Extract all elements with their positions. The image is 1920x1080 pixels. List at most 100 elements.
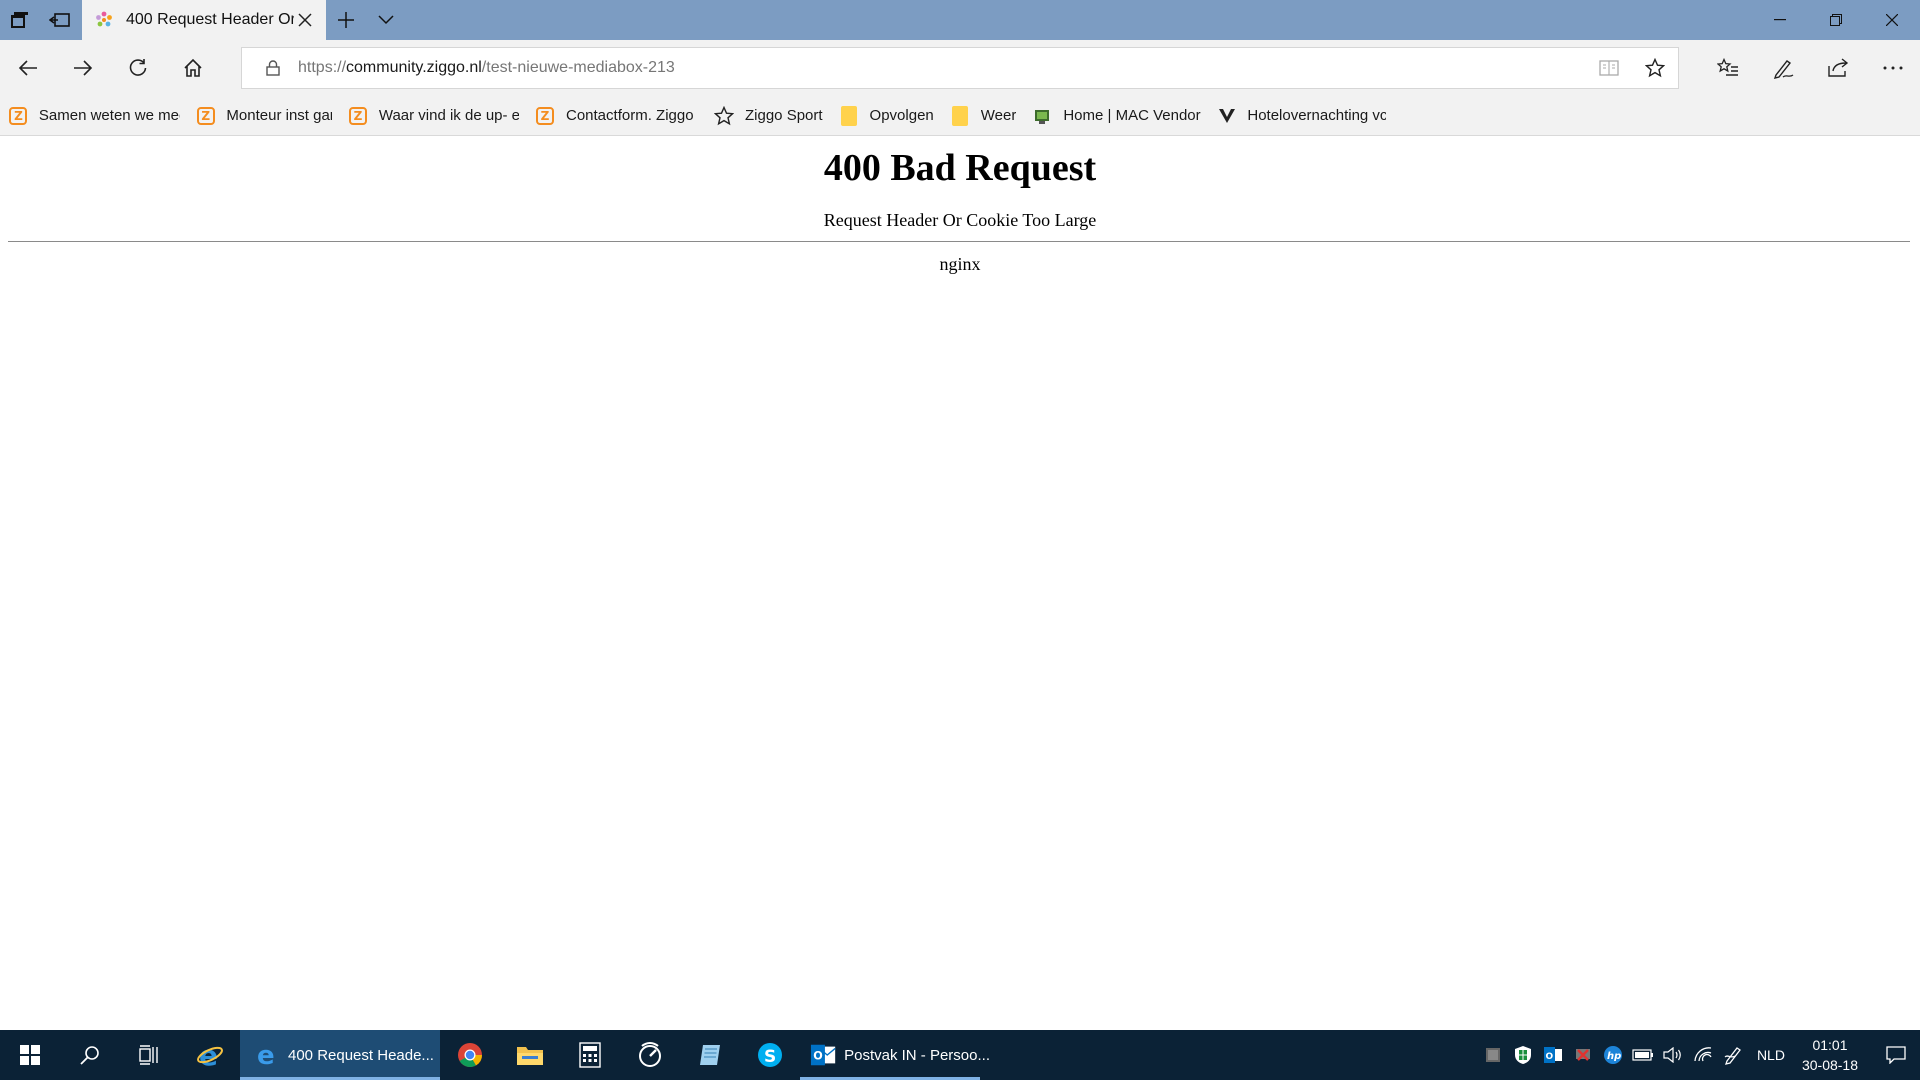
search-button[interactable] bbox=[60, 1030, 120, 1080]
favorites-bar: Z Samen weten we mee Z Monteur inst gar … bbox=[0, 96, 1920, 136]
ziggo-icon: Z bbox=[534, 105, 556, 127]
favorite-item[interactable]: Z Contactform. Ziggo bbox=[534, 100, 698, 132]
speedtest-taskbar-button[interactable] bbox=[620, 1030, 680, 1080]
wifi-icon[interactable] bbox=[1688, 1030, 1718, 1080]
notepad-icon bbox=[700, 1045, 720, 1065]
outlook-window-title: Postvak IN - Persoo... bbox=[844, 1046, 990, 1064]
volume-icon[interactable] bbox=[1658, 1030, 1688, 1080]
url-path: /test-nieuwe-mediabox-213 bbox=[481, 59, 675, 76]
ziggo-community-favicon-icon bbox=[94, 10, 114, 30]
back-button[interactable] bbox=[1, 44, 55, 92]
internet-explorer-taskbar-button[interactable]: e bbox=[180, 1030, 240, 1080]
edge-window-title: 400 Request Heade... bbox=[288, 1046, 434, 1064]
favorite-item[interactable]: Ziggo Sport bbox=[713, 100, 823, 132]
show-aside-tabs-button[interactable] bbox=[40, 0, 80, 40]
home-button[interactable] bbox=[166, 44, 220, 92]
forward-button[interactable] bbox=[56, 44, 110, 92]
reading-view-button[interactable] bbox=[1586, 48, 1632, 88]
navigation-bar: https://community.ziggo.nl/test-nieuwe-m… bbox=[0, 40, 1920, 96]
calculator-taskbar-button[interactable] bbox=[560, 1030, 620, 1080]
favorite-label: Monteur inst gar bbox=[226, 107, 332, 124]
share-button[interactable] bbox=[1811, 44, 1865, 92]
input-language-button[interactable]: NLD bbox=[1748, 1030, 1794, 1080]
lock-icon[interactable] bbox=[256, 60, 290, 76]
skype-taskbar-button[interactable]: S bbox=[740, 1030, 800, 1080]
title-bar: 400 Request Header Or bbox=[0, 0, 1920, 40]
outlook-taskbar-button[interactable]: O Postvak IN - Persoo... bbox=[800, 1030, 990, 1080]
arrow-left-icon bbox=[18, 60, 37, 76]
favorites-hub-button[interactable] bbox=[1701, 44, 1755, 92]
add-notes-button[interactable] bbox=[1756, 44, 1810, 92]
folder-icon bbox=[517, 1047, 543, 1065]
network-disconnected-icon[interactable] bbox=[1568, 1030, 1598, 1080]
task-view-button[interactable] bbox=[120, 1030, 180, 1080]
favorite-item[interactable]: Z Samen weten we mee bbox=[8, 100, 180, 132]
start-button[interactable] bbox=[0, 1030, 60, 1080]
folder-icon bbox=[838, 105, 860, 127]
clock-date: 30-08-18 bbox=[1801, 1057, 1858, 1073]
restore-tabs-icon bbox=[49, 13, 70, 27]
error-message: Request Header Or Cookie Too Large bbox=[823, 210, 1097, 230]
divider bbox=[8, 241, 1910, 242]
v-logo-icon bbox=[1216, 105, 1238, 127]
refresh-button[interactable] bbox=[111, 44, 165, 92]
defender-shield-icon[interactable] bbox=[1508, 1030, 1538, 1080]
set-aside-tabs-button[interactable] bbox=[0, 0, 40, 40]
svg-text:O: O bbox=[1545, 1052, 1553, 1062]
battery-icon[interactable] bbox=[1628, 1030, 1658, 1080]
skype-icon: S bbox=[758, 1043, 782, 1067]
settings-more-button[interactable] bbox=[1866, 44, 1920, 92]
favorite-item[interactable]: Hotelovernachting vc bbox=[1216, 100, 1386, 132]
close-tab-button[interactable] bbox=[294, 9, 316, 31]
close-icon bbox=[1886, 14, 1898, 26]
file-explorer-taskbar-button[interactable] bbox=[500, 1030, 560, 1080]
windows-logo-icon bbox=[20, 1045, 40, 1065]
chrome-taskbar-button[interactable] bbox=[440, 1030, 500, 1080]
outlook-icon: O bbox=[810, 1044, 836, 1066]
page-content: 400 Bad Request Request Header Or Cookie… bbox=[0, 136, 1920, 1030]
clock[interactable]: 01:01 30-08-18 bbox=[1802, 1035, 1858, 1075]
close-window-button[interactable] bbox=[1864, 0, 1920, 40]
hp-icon[interactable]: hp bbox=[1598, 1030, 1628, 1080]
favorite-item[interactable]: Z Waar vind ik de up- e bbox=[347, 100, 519, 132]
notification-icon bbox=[1886, 1046, 1906, 1064]
new-tab-button[interactable] bbox=[326, 0, 366, 40]
restore-icon bbox=[1830, 14, 1842, 26]
favorite-folder[interactable]: Weer bbox=[949, 100, 1016, 132]
tray-app-icon[interactable] bbox=[1478, 1030, 1508, 1080]
favorite-label: Samen weten we mee bbox=[38, 107, 180, 124]
favorites-list-icon bbox=[1717, 58, 1738, 76]
pen-workspace-icon[interactable] bbox=[1718, 1030, 1748, 1080]
notepad-app-taskbar-button[interactable] bbox=[680, 1030, 740, 1080]
minimize-button[interactable] bbox=[1752, 0, 1808, 40]
refresh-icon bbox=[129, 59, 147, 76]
favorite-item[interactable]: Home | MAC Vendor bbox=[1031, 100, 1201, 132]
error-heading: 400 Bad Request bbox=[823, 147, 1097, 189]
minimize-icon bbox=[1774, 19, 1786, 21]
favorite-label: Home | MAC Vendor bbox=[1063, 107, 1201, 124]
system-tray: O hp NLD 01:01 30-08-18 bbox=[1478, 1030, 1920, 1080]
add-to-favorites-button[interactable] bbox=[1632, 48, 1678, 88]
share-icon bbox=[1828, 58, 1849, 77]
tab-active[interactable]: 400 Request Header Or bbox=[82, 0, 326, 40]
calculator-icon bbox=[579, 1042, 601, 1068]
plus-icon bbox=[338, 12, 354, 28]
outlook-tray-icon[interactable]: O bbox=[1538, 1030, 1568, 1080]
url-text[interactable]: https://community.ziggo.nl/test-nieuwe-m… bbox=[298, 59, 1586, 77]
tab-preview-button[interactable] bbox=[366, 0, 406, 40]
restore-button[interactable] bbox=[1808, 0, 1864, 40]
tab-title: 400 Request Header Or bbox=[126, 11, 294, 28]
speedometer-icon bbox=[639, 1042, 661, 1067]
favorite-item[interactable]: Z Monteur inst gar bbox=[195, 100, 332, 132]
svg-text:hp: hp bbox=[1607, 1051, 1621, 1062]
edge-taskbar-button[interactable]: e 400 Request Heade... bbox=[240, 1030, 440, 1080]
folder-icon bbox=[949, 105, 971, 127]
address-bar[interactable]: https://community.ziggo.nl/test-nieuwe-m… bbox=[241, 47, 1679, 89]
svg-text:O: O bbox=[813, 1050, 823, 1063]
url-scheme: https:// bbox=[298, 59, 347, 76]
chrome-icon bbox=[458, 1043, 482, 1068]
action-center-button[interactable] bbox=[1872, 1030, 1920, 1080]
favorite-folder[interactable]: Opvolgen bbox=[838, 100, 934, 132]
language-label: NLD bbox=[1756, 1047, 1785, 1063]
tabs-aside-icon bbox=[11, 12, 28, 28]
